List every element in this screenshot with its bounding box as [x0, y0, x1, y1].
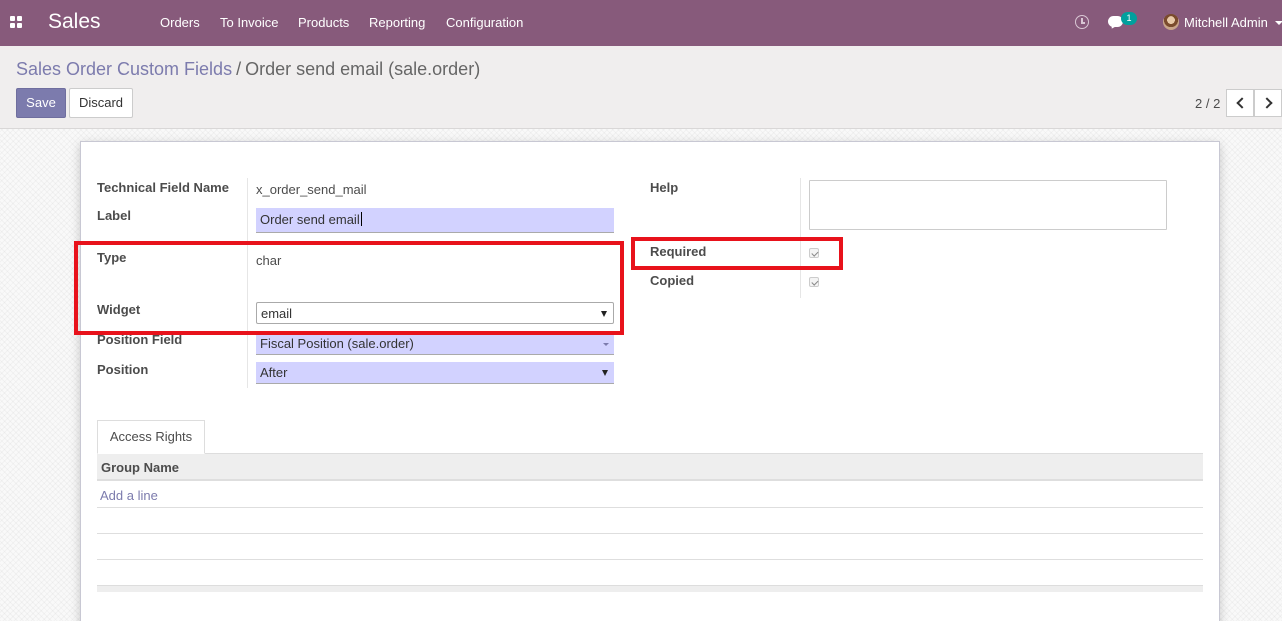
dropdown-caret-icon	[603, 343, 609, 346]
pager-previous-button[interactable]	[1226, 89, 1254, 117]
user-menu-name[interactable]: Mitchell Admin	[1184, 15, 1268, 30]
table-row	[97, 559, 1203, 560]
copied-checkbox[interactable]	[809, 277, 819, 287]
position-select-value: After	[260, 365, 288, 380]
save-button[interactable]: Save	[16, 88, 66, 118]
menu-orders[interactable]: Orders	[160, 15, 200, 30]
table-row	[97, 533, 1203, 534]
chevron-left-icon	[1236, 97, 1248, 109]
label-field-label: Label	[97, 208, 131, 223]
user-menu-caret-icon[interactable]	[1275, 21, 1282, 25]
position-label: Position	[97, 362, 149, 377]
table-footer	[97, 585, 1203, 592]
label-input[interactable]: Order send email	[256, 208, 614, 233]
menu-products[interactable]: Products	[298, 15, 349, 30]
discard-button[interactable]: Discard	[69, 88, 133, 118]
position-field-select[interactable]: Fiscal Position (sale.order)	[256, 333, 614, 355]
table-row	[97, 507, 1203, 508]
label-input-value: Order send email	[260, 212, 360, 227]
app-name[interactable]: Sales	[48, 10, 101, 34]
top-navbar: Sales Orders To Invoice Products Reporti…	[0, 0, 1282, 46]
user-avatar[interactable]	[1163, 14, 1179, 30]
caret-down-icon	[602, 370, 608, 376]
breadcrumb-parent-link[interactable]: Sales Order Custom Fields	[16, 59, 232, 79]
pager-next-button[interactable]	[1254, 89, 1282, 117]
position-field-select-value: Fiscal Position (sale.order)	[260, 336, 414, 351]
menu-configuration[interactable]: Configuration	[446, 15, 523, 30]
chat-counter-badge: 1	[1121, 12, 1137, 25]
table-header: Group Name	[97, 454, 1203, 481]
required-highlight-box	[631, 237, 843, 270]
add-a-line-link[interactable]: Add a line	[100, 488, 158, 503]
position-select[interactable]: After	[256, 362, 614, 384]
technical-field-name-label: Technical Field Name	[97, 180, 229, 195]
type-widget-highlight-box	[74, 241, 624, 335]
breadcrumb-separator: /	[236, 59, 242, 79]
breadcrumb: Sales Order Custom Fields / Order send ema…	[16, 59, 480, 80]
activity-clock-icon[interactable]	[1075, 15, 1089, 29]
tab-access-rights[interactable]: Access Rights	[97, 420, 205, 454]
pager-value[interactable]: 2 / 2	[1195, 96, 1220, 111]
column-header-group-name[interactable]: Group Name	[101, 460, 179, 475]
menu-to-invoice[interactable]: To Invoice	[220, 15, 279, 30]
copied-label: Copied	[650, 273, 695, 288]
help-textarea[interactable]	[809, 180, 1167, 230]
control-panel: Sales Order Custom Fields / Order send ema…	[0, 46, 1282, 129]
breadcrumb-current: Order send email (sale.order)	[245, 59, 481, 79]
chevron-right-icon	[1261, 97, 1273, 109]
text-cursor	[360, 212, 362, 226]
technical-field-name-value: x_order_send_mail	[256, 182, 367, 197]
help-label: Help	[650, 180, 679, 195]
menu-reporting[interactable]: Reporting	[369, 15, 425, 30]
apps-menu-icon[interactable]	[10, 16, 23, 29]
